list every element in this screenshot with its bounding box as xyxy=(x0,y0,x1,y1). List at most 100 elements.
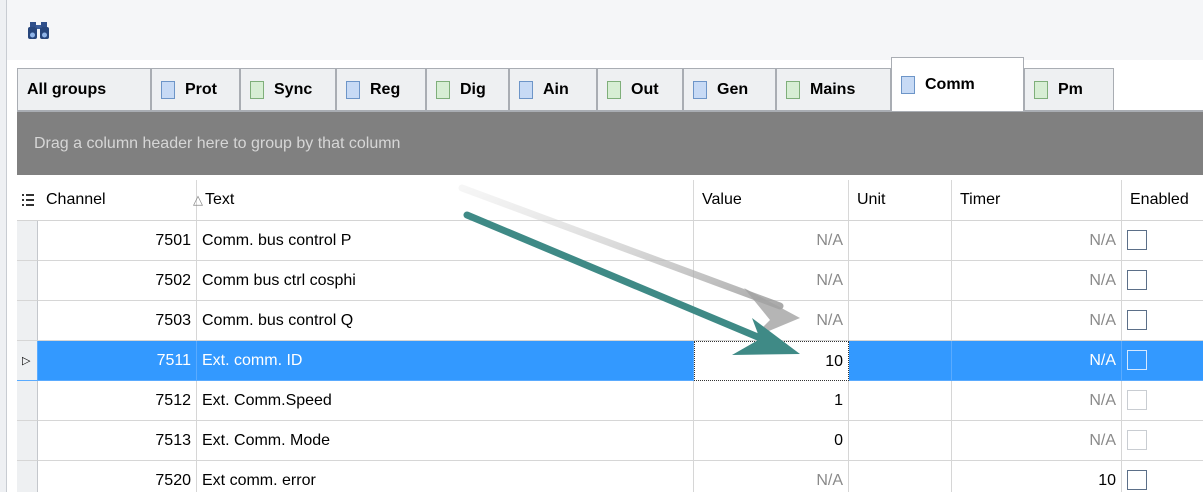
table-row[interactable]: 7501 Comm. bus control P N/A N/A xyxy=(17,221,1203,261)
tab-color-swatch xyxy=(901,75,915,94)
text-cell: Comm. bus control Q xyxy=(197,301,694,341)
group-by-panel[interactable]: Drag a column header here to group by th… xyxy=(17,112,1203,175)
row-indicator[interactable] xyxy=(17,221,38,261)
tab-dig[interactable]: Dig xyxy=(426,68,509,110)
tab-pm[interactable]: Pm xyxy=(1024,68,1114,110)
value-cell[interactable]: 0 xyxy=(694,421,849,461)
enabled-checkbox xyxy=(1127,430,1147,450)
value-cell[interactable]: 10 xyxy=(694,341,849,381)
timer-cell[interactable]: N/A xyxy=(952,341,1122,381)
timer-cell[interactable]: N/A xyxy=(952,261,1122,301)
row-indicator[interactable] xyxy=(17,421,38,461)
group-by-hint: Drag a column header here to group by th… xyxy=(34,135,401,152)
channel-cell: 7502 xyxy=(38,261,197,301)
row-indicator[interactable] xyxy=(17,461,38,492)
enabled-cell xyxy=(1122,421,1203,461)
column-header-value[interactable]: Value xyxy=(694,180,849,220)
table-row[interactable]: 7513 Ext. Comm. Mode 0 N/A xyxy=(17,421,1203,461)
text-cell: Comm. bus control P xyxy=(197,221,694,261)
column-chooser-icon[interactable] xyxy=(17,180,38,220)
value-cell[interactable]: N/A xyxy=(694,261,849,301)
enabled-checkbox[interactable] xyxy=(1127,350,1147,370)
column-header-text[interactable]: Text xyxy=(197,180,694,220)
column-header-timer[interactable]: Timer xyxy=(952,180,1122,220)
tab-label: Reg xyxy=(370,80,401,98)
unit-cell[interactable] xyxy=(849,301,952,341)
text-cell: Ext. comm. ID xyxy=(197,341,694,381)
row-indicator[interactable] xyxy=(17,381,38,421)
table-row[interactable]: 7502 Comm bus ctrl cosphi N/A N/A xyxy=(17,261,1203,301)
column-header-channel[interactable]: Channel △ xyxy=(38,180,203,220)
tab-color-swatch xyxy=(346,80,360,99)
text-cell: Comm bus ctrl cosphi xyxy=(197,261,694,301)
value-cell[interactable]: 1 xyxy=(694,381,849,421)
tab-label: Prot xyxy=(185,80,217,98)
text-cell: Ext. Comm. Mode xyxy=(197,421,694,461)
table-row[interactable]: 7512 Ext. Comm.Speed 1 N/A xyxy=(17,381,1203,421)
tab-gen[interactable]: Gen xyxy=(683,68,776,110)
enabled-cell xyxy=(1122,221,1203,261)
timer-cell[interactable]: N/A xyxy=(952,221,1122,261)
tab-label: Comm xyxy=(925,75,975,93)
enabled-checkbox[interactable] xyxy=(1127,230,1147,250)
row-indicator[interactable] xyxy=(17,301,38,341)
channel-cell: 7511 xyxy=(38,341,197,381)
tab-color-swatch xyxy=(786,80,800,99)
tab-color-swatch xyxy=(161,80,175,99)
tab-label: Gen xyxy=(717,80,749,98)
tab-label: All groups xyxy=(27,80,107,98)
timer-cell[interactable]: N/A xyxy=(952,301,1122,341)
row-indicator[interactable]: ▷ xyxy=(17,341,38,381)
toolbar xyxy=(7,0,1203,60)
channel-cell: 7520 xyxy=(38,461,197,492)
row-indicator[interactable] xyxy=(17,261,38,301)
current-row-icon: ▷ xyxy=(22,355,31,367)
enabled-checkbox[interactable] xyxy=(1127,270,1147,290)
tab-all-groups[interactable]: All groups xyxy=(17,68,151,110)
table-row[interactable]: ▷ 7511 Ext. comm. ID 10 N/A xyxy=(17,341,1203,381)
enabled-checkbox[interactable] xyxy=(1127,470,1147,490)
unit-cell[interactable] xyxy=(849,461,952,492)
unit-cell[interactable] xyxy=(849,421,952,461)
tab-comm[interactable]: Comm xyxy=(891,57,1024,111)
tab-prot[interactable]: Prot xyxy=(151,68,240,110)
unit-cell[interactable] xyxy=(849,261,952,301)
unit-cell[interactable] xyxy=(849,381,952,421)
value-cell[interactable]: N/A xyxy=(694,301,849,341)
tab-color-swatch xyxy=(607,80,621,99)
group-tabs: All groups Prot Sync Reg Dig Ain Out Gen Mains Co… xyxy=(17,57,1203,112)
value-cell[interactable]: N/A xyxy=(694,221,849,261)
text-cell: Ext comm. error xyxy=(197,461,694,492)
tab-sync[interactable]: Sync xyxy=(240,68,336,110)
unit-cell[interactable] xyxy=(849,221,952,261)
enabled-cell xyxy=(1122,341,1203,381)
tab-mains[interactable]: Mains xyxy=(776,68,891,110)
binoculars-icon[interactable] xyxy=(27,19,53,43)
table-row[interactable]: 7520 Ext comm. error N/A 10 xyxy=(17,461,1203,492)
timer-cell[interactable]: 10 xyxy=(952,461,1122,492)
tab-reg[interactable]: Reg xyxy=(336,68,426,110)
enabled-checkbox[interactable] xyxy=(1127,310,1147,330)
text-cell: Ext. Comm.Speed xyxy=(197,381,694,421)
channel-cell: 7503 xyxy=(38,301,197,341)
value-cell[interactable]: N/A xyxy=(694,461,849,492)
enabled-cell xyxy=(1122,261,1203,301)
timer-cell[interactable]: N/A xyxy=(952,381,1122,421)
column-header-channel-label: Channel xyxy=(46,191,106,208)
tab-out[interactable]: Out xyxy=(597,68,683,110)
table-row[interactable]: 7503 Comm. bus control Q N/A N/A xyxy=(17,301,1203,341)
tab-ain[interactable]: Ain xyxy=(509,68,597,110)
tab-color-swatch xyxy=(693,80,707,99)
unit-cell[interactable] xyxy=(849,341,952,381)
window-edge xyxy=(0,0,7,492)
tab-color-swatch xyxy=(250,80,264,99)
tab-color-swatch xyxy=(1034,80,1048,99)
enabled-cell xyxy=(1122,381,1203,421)
parameter-table: Channel △ Text Value Unit Timer Enabled … xyxy=(17,180,1203,492)
column-header-enabled[interactable]: Enabled xyxy=(1122,180,1203,220)
timer-cell[interactable]: N/A xyxy=(952,421,1122,461)
column-header-unit[interactable]: Unit xyxy=(849,180,952,220)
tab-label: Pm xyxy=(1058,80,1083,98)
tab-label: Sync xyxy=(274,80,313,98)
enabled-checkbox xyxy=(1127,390,1147,410)
